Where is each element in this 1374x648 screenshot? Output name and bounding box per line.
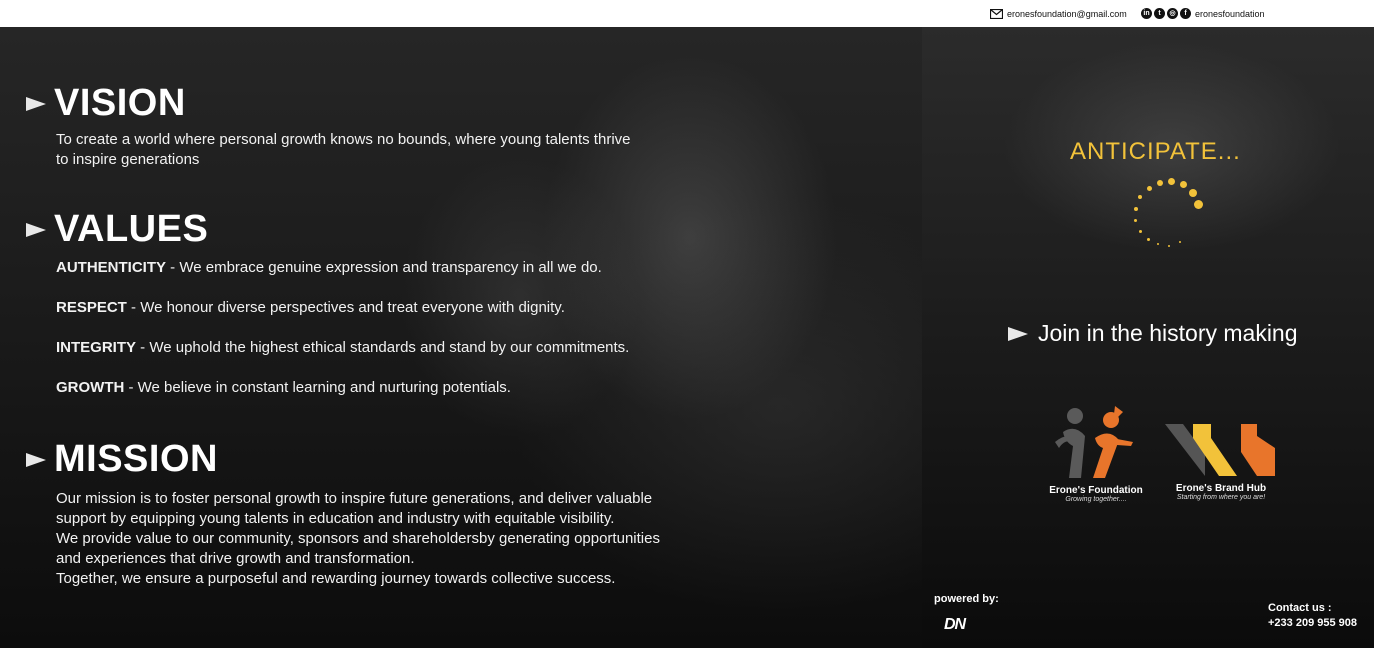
logo-tagline: Growing together.... xyxy=(1065,496,1127,503)
value-desc: - We believe in constant learning and nu… xyxy=(124,379,511,396)
value-key: RESPECT xyxy=(56,299,127,316)
contact-label: Contact us : xyxy=(1268,602,1332,614)
vision-text: To create a world where personal growth … xyxy=(56,130,631,170)
email-text: eronesfoundation@gmail.com xyxy=(1007,9,1127,19)
mission-line: Our mission is to foster personal growth… xyxy=(56,490,653,507)
logo-name: Erone's Foundation xyxy=(1049,485,1143,496)
mission-text: Our mission is to foster personal growth… xyxy=(56,489,660,589)
value-desc: - We honour diverse perspectives and tre… xyxy=(126,299,565,316)
vision-heading: VISION xyxy=(26,82,186,125)
foundation-emblem-icon xyxy=(1055,406,1133,478)
logo-name: Erone's Brand Hub xyxy=(1175,483,1267,494)
mission-line: and experiences that drive growth and tr… xyxy=(56,550,415,567)
loading-spinner-icon xyxy=(1130,176,1206,252)
values-title: VALUES xyxy=(54,208,209,250)
linkedin-icon[interactable]: in xyxy=(1141,8,1152,19)
mail-icon xyxy=(989,8,1004,20)
instagram-icon[interactable]: ◎ xyxy=(1167,8,1178,19)
social-links: in t ◎ f eronesfoundation xyxy=(1141,8,1265,19)
value-desc: - We uphold the highest ethical standard… xyxy=(136,339,630,356)
brand-hub-emblem-icon xyxy=(1165,424,1275,476)
mission-heading: MISSION xyxy=(26,438,218,481)
social-handle: eronesfoundation xyxy=(1195,8,1265,19)
logo-tagline: Starting from where you are! xyxy=(1176,494,1266,501)
value-key: GROWTH xyxy=(56,379,125,396)
anticipate-text: ANTICIPATE... xyxy=(1070,138,1241,165)
contact-block: Contact us : +233 209 955 908 xyxy=(1268,601,1357,631)
top-bar: eronesfoundation@gmail.com in t ◎ f eron… xyxy=(0,0,1374,27)
arrow-icon xyxy=(1008,326,1028,341)
facebook-icon[interactable]: f xyxy=(1180,8,1191,19)
value-integrity: INTEGRITY - We uphold the highest ethica… xyxy=(56,339,629,356)
mission-line: Together, we ensure a purposeful and rew… xyxy=(56,570,616,587)
value-respect: RESPECT - We honour diverse perspectives… xyxy=(56,299,565,316)
vision-title: VISION xyxy=(54,82,186,124)
twitter-icon[interactable]: t xyxy=(1154,8,1165,19)
value-desc: - We embrace genuine expression and tran… xyxy=(166,259,602,276)
values-heading: VALUES xyxy=(26,208,208,251)
join-cta[interactable]: Join in the history making xyxy=(1008,320,1298,347)
erones-foundation-logo: Erone's Foundation Growing together.... xyxy=(1042,402,1150,503)
dn-designs-logo: DN xyxy=(944,616,966,633)
value-growth: GROWTH - We believe in constant learning… xyxy=(56,379,511,396)
contact-phone[interactable]: +233 209 955 908 xyxy=(1268,616,1357,631)
email-contact[interactable]: eronesfoundation@gmail.com xyxy=(989,8,1127,20)
erones-brand-hub-logo: Erone's Brand Hub Starting from where yo… xyxy=(1160,420,1282,501)
value-authenticity: AUTHENTICITY - We embrace genuine expres… xyxy=(56,259,602,276)
mission-title: MISSION xyxy=(54,438,218,480)
mission-line: support by equipping young talents in ed… xyxy=(56,510,615,527)
arrow-icon xyxy=(26,96,46,111)
join-text: Join in the history making xyxy=(1038,320,1298,346)
value-key: AUTHENTICITY xyxy=(56,259,166,276)
mission-line: We provide value to our community, spons… xyxy=(56,530,660,547)
vision-line-2: to inspire generations xyxy=(56,151,200,168)
powered-by-label: powered by: xyxy=(934,593,999,605)
vision-line-1: To create a world where personal growth … xyxy=(56,131,631,148)
arrow-icon xyxy=(26,222,46,237)
value-key: INTEGRITY xyxy=(56,339,137,356)
arrow-icon xyxy=(26,452,46,467)
